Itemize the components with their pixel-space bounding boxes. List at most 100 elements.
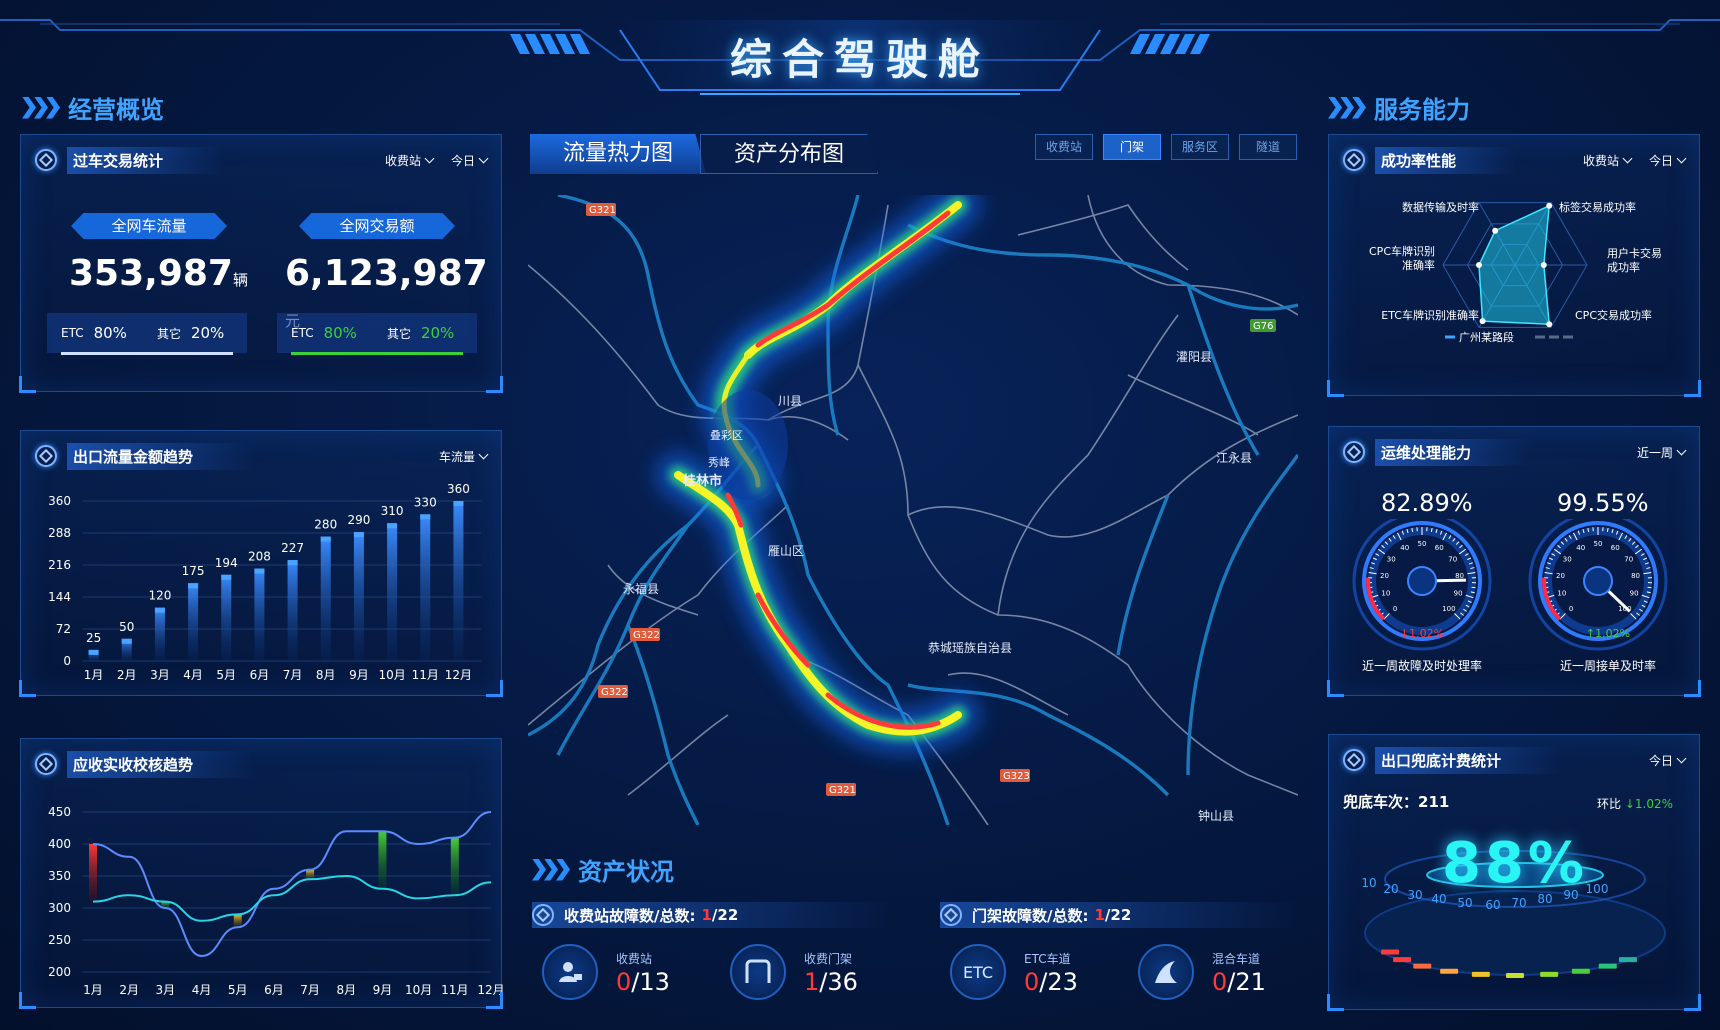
section-title-label: 服务能力 [1374, 96, 1470, 124]
date-dropdown[interactable]: 今日 [1649, 752, 1687, 769]
radar-axis-label: CPC车牌识别准确率 [1369, 244, 1435, 272]
hexagon-icon [35, 445, 57, 467]
radar-axis-label: CPC交易成功率 [1575, 308, 1652, 322]
radar-area [1478, 204, 1551, 326]
station-dropdown[interactable]: 收费站 [1583, 152, 1633, 169]
gauge-tick-label: 0 [1569, 605, 1573, 613]
scale-segment [1618, 957, 1637, 963]
panel-title: 运维处理能力 [1375, 438, 1532, 466]
bar-cap [254, 568, 265, 574]
x-tick-label: 9月 [373, 983, 393, 997]
x-tick-label: 5月 [216, 668, 236, 682]
x-tick-label: 5月 [228, 983, 248, 997]
gauge-hub [1407, 566, 1437, 596]
map-label-lingchuan: 川县 [778, 394, 802, 408]
etc-lane-icon: ETC [950, 944, 1006, 1000]
x-tick-label: 1月 [83, 983, 103, 997]
map-filter-tunnel[interactable]: 隧道 [1239, 134, 1297, 160]
map-label-guilin: 桂林市 [682, 473, 722, 489]
legend-label: 广州某路段 [1459, 330, 1514, 344]
gauge-tick-label: 70 [1624, 556, 1633, 564]
map-filter-toll-station[interactable]: 收费站 [1035, 134, 1093, 160]
chevron-down-icon [424, 153, 435, 163]
gauge-tick-label: 100 [1442, 605, 1455, 613]
gauge-tick [1471, 586, 1476, 589]
bar-cap [353, 532, 364, 538]
x-tick-label: 9月 [349, 668, 369, 682]
map-label-xiufeng: 秀峰 [708, 456, 730, 469]
tab-asset-distribution[interactable]: 资产分布图 [700, 134, 878, 174]
date-dropdown[interactable]: 今日 [1649, 152, 1687, 169]
panel-fallback-billing: 出口兜底计费统计 今日 兜底车次：211 环比 ↓1.02% 10 20 30 40 5… [1327, 734, 1701, 1011]
traffic-heat-map[interactable]: 灌阳县 江永县 恭城瑶族自治县 永福县 雁山区 川县 钟山县 叠彩区 秀峰 桂林… [528, 195, 1298, 825]
x-tick-label: 8月 [336, 983, 356, 997]
y-tick-label: 300 [48, 901, 71, 915]
y-tick-label: 216 [48, 558, 71, 572]
y-tick-label: 400 [48, 837, 71, 851]
chevrons-icon [532, 858, 570, 881]
data-label: 175 [182, 564, 205, 578]
bar-cap [320, 536, 331, 542]
bar [453, 501, 464, 661]
map-label-diecai: 叠彩区 [710, 429, 743, 442]
flow-value: 353,987辆 [69, 253, 248, 294]
fallback-percent: 88% [1441, 831, 1589, 896]
bar-cap [154, 607, 165, 613]
scale-label: 50 [1457, 896, 1472, 910]
asset-label: 收费门架 [804, 952, 853, 966]
gauge-tick-label: 10 [1381, 590, 1390, 598]
bar-cap [221, 574, 232, 580]
fallback-ratio: 环比 ↓1.02% [1596, 797, 1673, 811]
period-dropdown[interactable]: 近一周 [1637, 444, 1687, 461]
section-title-assets: 资产状况 [532, 852, 674, 887]
metric-dropdown[interactable]: 车流量 [439, 448, 489, 465]
asset-label: 收费站 [616, 952, 653, 966]
gauge-tick-label: 30 [1387, 556, 1396, 564]
data-label: 25 [86, 631, 101, 645]
date-dropdown[interactable]: 今日 [451, 152, 489, 169]
y-tick-label: 360 [48, 494, 71, 508]
data-label: 290 [347, 513, 370, 527]
scale-segment [1471, 971, 1490, 977]
hexagon-icon [1343, 149, 1365, 171]
radar-point [1546, 202, 1553, 209]
diff-bar [89, 844, 97, 902]
chevron-down-icon [478, 153, 489, 163]
map-filter-gantry[interactable]: 门架 [1103, 134, 1161, 160]
map-label-yanshan: 雁山区 [768, 544, 804, 558]
radar-axis-label: 标签交易成功率 [1559, 200, 1636, 214]
bar-cap [453, 501, 464, 506]
page-title: 综合驾驶舱 [729, 35, 990, 84]
map-label-guanyang: 灌阳县 [1176, 350, 1212, 364]
panel-title: 出口兜底计费统计 [1375, 746, 1562, 774]
y-tick-label: 0 [63, 654, 71, 668]
dashboard: 综合驾驶舱 经营概览 过车交易统计 收费站 今日 全网车流量 全网交易额 353… [0, 0, 1720, 1030]
tab-heatmap[interactable]: 流量热力图 [530, 134, 706, 174]
bar-cap [387, 523, 398, 529]
panel-title: 出口流量金额趋势 [67, 442, 254, 470]
map-filter-service-area[interactable]: 服务区 [1171, 134, 1229, 160]
gauge-tick-label: 40 [1576, 544, 1585, 552]
panel-transaction-stats: 过车交易统计 收费站 今日 全网车流量 全网交易额 353,987辆 6,123… [19, 134, 503, 393]
x-tick-label: 3月 [150, 668, 170, 682]
scale-segment [1540, 971, 1559, 977]
panel-receivable-trend: 应收实收校核趋势 200 250 300 350 400 450 1月 2月 3月 4月 5月 6月 7… [19, 738, 503, 1009]
gantry-fault-summary: 门架故障数/总数: 1 /22 [940, 902, 1300, 928]
data-label: 280 [314, 518, 337, 532]
gauge-hub [1583, 566, 1613, 596]
data-label: 360 [447, 482, 470, 496]
gauge2-label: 近一周接单及时率 [1559, 659, 1656, 673]
exit-trend-bar-chart: 0 72 144 216 288 360 25 1月 50 2月 120 3月 175 4月 194 5月 20… [48, 482, 481, 682]
road-sign-g322: G322 [601, 687, 628, 698]
station-dropdown[interactable]: 收费站 [385, 152, 435, 169]
amount-ratio-box: ETC 80% 其它 20% [277, 313, 477, 355]
scale-segment [1413, 963, 1432, 969]
section-title-label: 资产状况 [578, 858, 674, 886]
hexagon-icon [1343, 441, 1365, 463]
data-label: 310 [381, 504, 404, 518]
chevrons-icon [22, 96, 60, 119]
data-label: 50 [119, 620, 134, 634]
x-tick-label: 2月 [119, 983, 139, 997]
bar-cap [121, 638, 132, 644]
chevron-down-icon [1676, 153, 1687, 163]
